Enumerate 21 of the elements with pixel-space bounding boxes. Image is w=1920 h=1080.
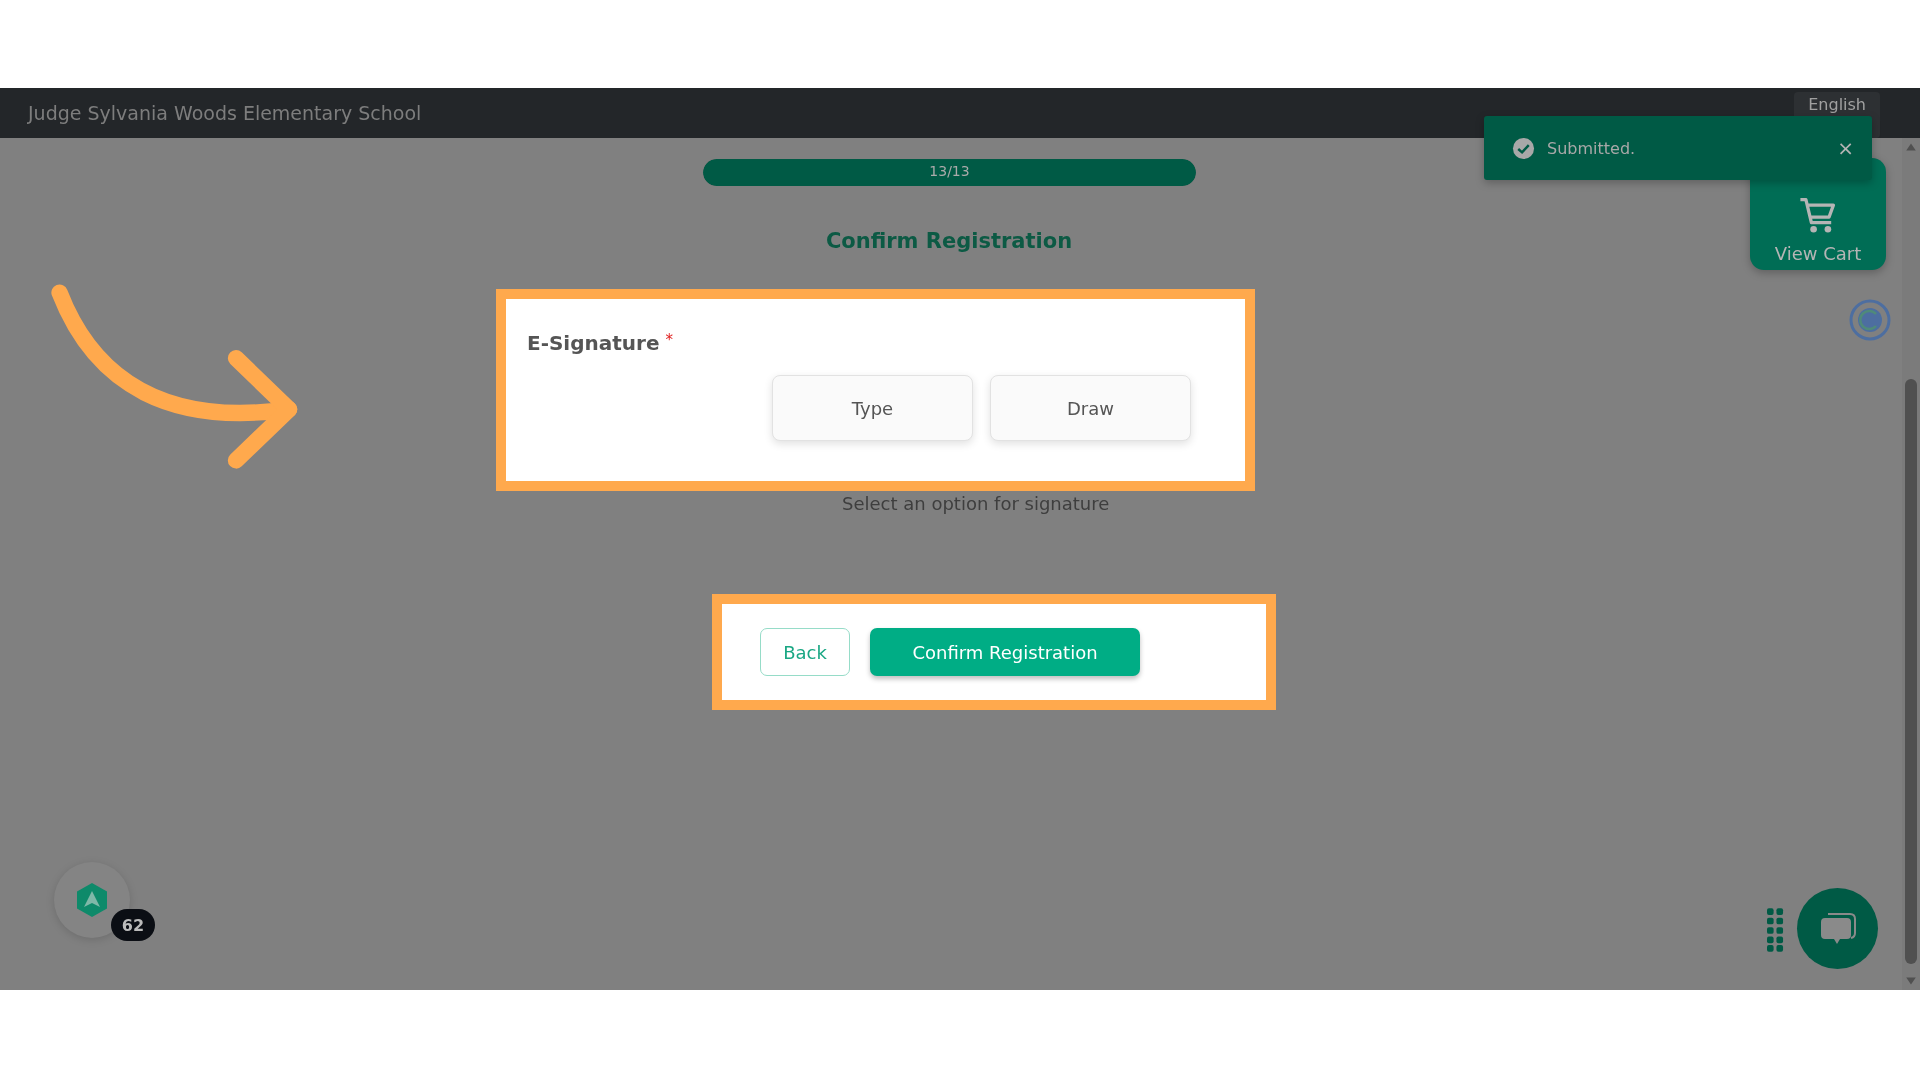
signature-option[interactable]: Draw <box>990 375 1191 441</box>
required-mark: * <box>665 331 673 349</box>
grid-dots-icon[interactable] <box>1767 907 1784 953</box>
toast-message: Submitted. <box>1547 138 1637 158</box>
page-title: Confirm Registration <box>825 229 1073 253</box>
signature-option[interactable]: Type <box>772 375 973 441</box>
school-name: Judge Sylvania Woods Elementary School <box>28 102 423 124</box>
close-button[interactable]: × <box>1833 136 1858 160</box>
confirm-button[interactable]: Confirm Registration <box>870 628 1140 676</box>
count-badge: 62 <box>111 909 155 941</box>
progress-label: 13/13 <box>928 163 971 179</box>
back-button[interactable]: Back <box>760 628 850 676</box>
c-logo-icon[interactable] <box>1848 298 1892 342</box>
scrollbar-thumb[interactable] <box>1905 379 1917 964</box>
scroll-up-icon[interactable] <box>1905 142 1917 152</box>
check-icon <box>1512 136 1535 160</box>
scroll-down-icon[interactable] <box>1905 976 1917 986</box>
hexagon-icon <box>75 882 109 918</box>
field-label: E-Signature <box>527 331 660 355</box>
scrollbar[interactable] <box>1902 138 1920 990</box>
hint-text: Select an option for signature <box>842 493 1110 514</box>
